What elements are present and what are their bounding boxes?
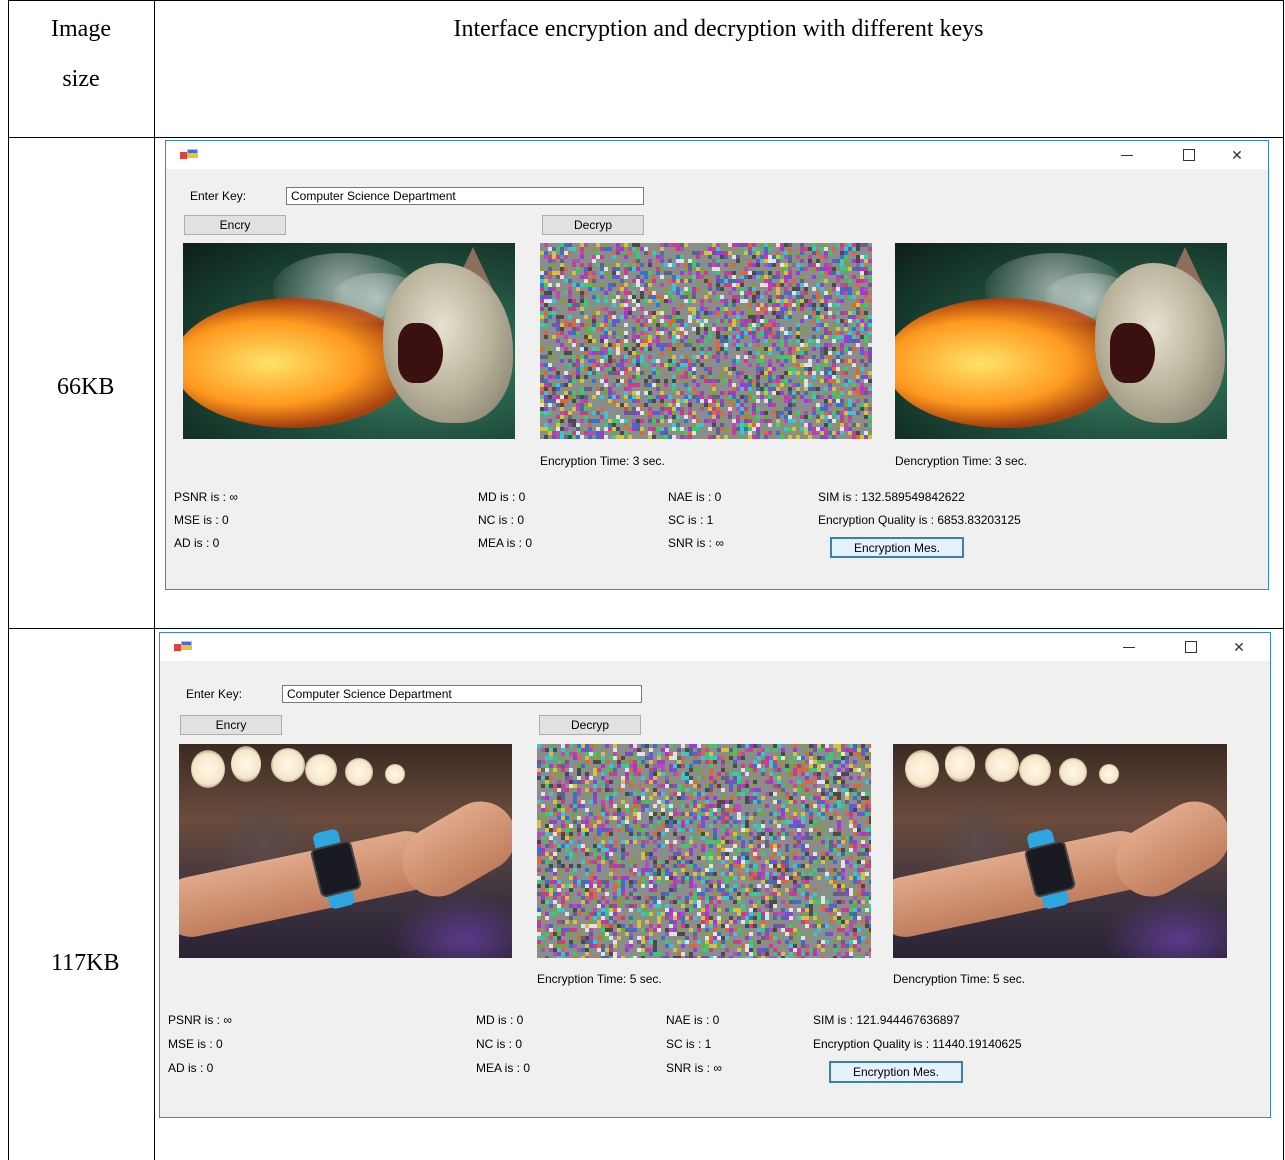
encry-button[interactable]: Encry — [180, 715, 282, 735]
app-window-117kb: ✕ Enter Key: Computer Science Department… — [159, 632, 1271, 1118]
ad-label: AD is : 0 — [174, 536, 220, 550]
nc-label: NC is : 0 — [478, 513, 525, 527]
decrypted-image — [895, 243, 1227, 439]
header-image-size-line2: size — [62, 66, 100, 92]
nae-label: NAE is : 0 — [666, 1013, 720, 1027]
key-input[interactable]: Computer Science Department — [286, 187, 644, 205]
row-size-label: 117KB — [51, 950, 120, 976]
sim-label: SIM is : 132.589549842622 — [818, 490, 965, 504]
app-icon — [174, 641, 192, 651]
maximize-button[interactable] — [1166, 141, 1212, 169]
maximize-icon — [1183, 149, 1195, 161]
close-icon: ✕ — [1231, 146, 1243, 163]
snr-label: SNR is : ∞ — [668, 536, 724, 550]
window-titlebar[interactable]: ✕ — [160, 633, 1270, 661]
mse-label: MSE is : 0 — [174, 513, 229, 527]
minimize-icon — [1123, 646, 1135, 648]
decryption-time-label: Dencryption Time: 5 sec. — [893, 972, 1026, 986]
encryption-quality-label: Encryption Quality is : 11440.19140625 — [813, 1037, 1022, 1051]
app-window-66kb: ✕ Enter Key: Computer Science Department… — [165, 140, 1269, 590]
nc-label: NC is : 0 — [476, 1037, 523, 1051]
minimize-icon — [1121, 154, 1133, 156]
sc-label: SC is : 1 — [668, 513, 714, 527]
table-row-divider — [8, 137, 1284, 138]
minimize-button[interactable] — [1104, 141, 1150, 169]
original-image — [183, 243, 515, 439]
close-button[interactable]: ✕ — [1214, 141, 1260, 169]
app-icon — [180, 149, 198, 159]
encryption-time-label: Encryption Time: 3 sec. — [540, 454, 665, 468]
encryption-mes-button[interactable]: Encryption Mes. — [829, 1061, 963, 1083]
sc-label: SC is : 1 — [666, 1037, 712, 1051]
header-interface-title: Interface encryption and decryption with… — [453, 16, 984, 42]
md-label: MD is : 0 — [478, 490, 526, 504]
snr-label: SNR is : ∞ — [666, 1061, 722, 1075]
nae-label: NAE is : 0 — [668, 490, 722, 504]
enter-key-label: Enter Key: — [186, 687, 243, 701]
mse-label: MSE is : 0 — [168, 1037, 223, 1051]
enter-key-label: Enter Key: — [190, 189, 247, 203]
mea-label: MEA is : 0 — [476, 1061, 531, 1075]
close-button[interactable]: ✕ — [1216, 633, 1262, 661]
mea-label: MEA is : 0 — [478, 536, 533, 550]
sim-label: SIM is : 121.944467636897 — [813, 1013, 960, 1027]
key-input[interactable]: Computer Science Department — [282, 685, 642, 703]
table-border-right — [1283, 0, 1284, 1160]
table-border-top — [8, 0, 1284, 1]
minimize-button[interactable] — [1106, 633, 1152, 661]
ad-label: AD is : 0 — [168, 1061, 214, 1075]
encryption-mes-button[interactable]: Encryption Mes. — [830, 537, 964, 558]
window-titlebar[interactable]: ✕ — [166, 141, 1268, 169]
table-column-divider — [154, 0, 155, 1160]
close-icon: ✕ — [1233, 638, 1245, 655]
encrypted-image — [540, 243, 872, 439]
md-label: MD is : 0 — [476, 1013, 524, 1027]
original-image — [179, 744, 512, 958]
decrypted-image — [893, 744, 1227, 958]
decryp-button[interactable]: Decryp — [539, 715, 641, 735]
decryption-time-label: Dencryption Time: 3 sec. — [895, 454, 1028, 468]
encryption-quality-label: Encryption Quality is : 6853.83203125 — [818, 513, 1021, 527]
maximize-icon — [1185, 641, 1197, 653]
psnr-label: PSNR is : ∞ — [168, 1013, 232, 1027]
encrypted-image — [537, 744, 871, 958]
decryp-button[interactable]: Decryp — [542, 215, 644, 235]
table-border-left — [8, 0, 9, 1160]
encry-button[interactable]: Encry — [184, 215, 286, 235]
table-row-divider — [8, 628, 1284, 629]
encryption-time-label: Encryption Time: 5 sec. — [537, 972, 662, 986]
header-image-size-line1: Image — [51, 16, 111, 42]
row-size-label: 66KB — [57, 374, 115, 400]
psnr-label: PSNR is : ∞ — [174, 490, 238, 504]
maximize-button[interactable] — [1168, 633, 1214, 661]
